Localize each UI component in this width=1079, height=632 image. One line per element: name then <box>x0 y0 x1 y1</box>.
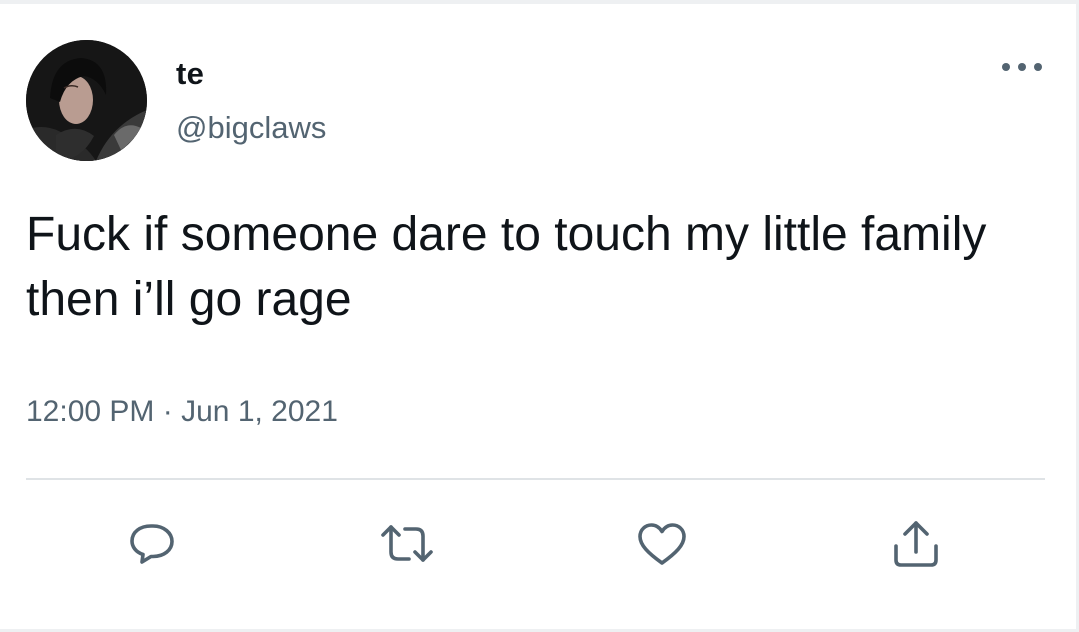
avatar[interactable] <box>26 40 147 161</box>
heart-icon <box>638 523 686 565</box>
tweet-time[interactable]: 12:00 PM <box>26 395 154 428</box>
share-button[interactable] <box>888 516 944 572</box>
tweet-card: te @bigclaws Fuck if someone dare to tou… <box>0 0 1079 632</box>
more-options-button[interactable] <box>1000 60 1044 74</box>
user-handle[interactable]: @bigclaws <box>176 110 326 146</box>
meta-separator: · <box>162 395 173 428</box>
tweet-date[interactable]: Jun 1, 2021 <box>181 395 338 428</box>
tweet-text: Fuck if someone dare to touch my little … <box>26 208 987 326</box>
display-name[interactable]: te <box>176 56 204 92</box>
tweet-metadata: 12:00 PM · Jun 1, 2021 <box>26 395 338 429</box>
more-horizontal-icon <box>1002 63 1042 71</box>
retweet-icon <box>381 525 433 562</box>
like-button[interactable] <box>634 516 690 572</box>
retweet-button[interactable] <box>379 516 435 572</box>
reply-button[interactable] <box>124 516 180 572</box>
reply-icon <box>130 524 174 564</box>
avatar-image <box>26 40 147 161</box>
share-icon <box>894 521 938 567</box>
divider <box>26 478 1045 480</box>
